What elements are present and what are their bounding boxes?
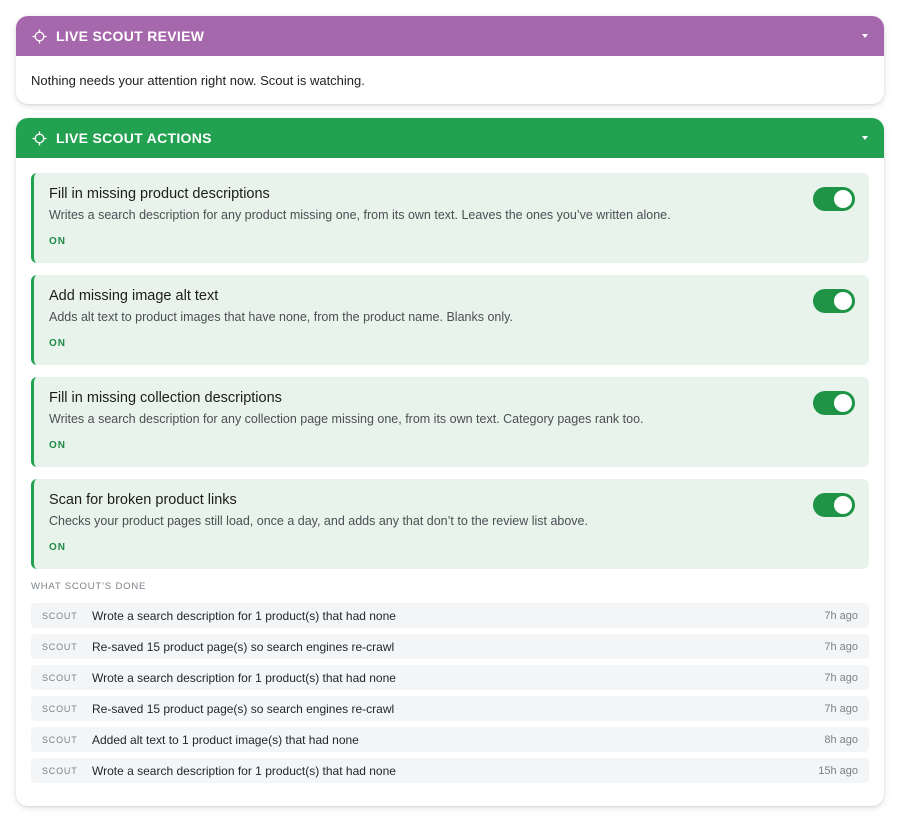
action-collection-descriptions: Fill in missing collection descriptions … bbox=[31, 377, 869, 467]
log-message: Re-saved 15 product page(s) so search en… bbox=[92, 639, 395, 654]
activity-log-row: SCOUT Wrote a search description for 1 p… bbox=[31, 758, 869, 783]
action-description: Adds alt text to product images that hav… bbox=[49, 310, 513, 324]
action-broken-links-scan: Scan for broken product links Checks you… bbox=[31, 479, 869, 569]
action-toggle-switch[interactable] bbox=[813, 289, 855, 313]
log-timestamp: 8h ago bbox=[824, 733, 858, 746]
activity-log-row: SCOUT Re-saved 15 product page(s) so sea… bbox=[31, 696, 869, 721]
action-description: Writes a search description for any coll… bbox=[49, 412, 644, 426]
toggle-knob bbox=[834, 190, 852, 208]
toggle-knob bbox=[834, 292, 852, 310]
action-status: ON bbox=[49, 542, 66, 553]
crosshair-icon bbox=[32, 28, 47, 44]
collapse-caret-icon[interactable] bbox=[862, 34, 868, 38]
log-actor: SCOUT bbox=[42, 765, 78, 776]
action-description: Writes a search description for any prod… bbox=[49, 208, 671, 222]
action-status: ON bbox=[49, 338, 66, 349]
log-timestamp: 7h ago bbox=[824, 671, 858, 684]
review-panel-title: LIVE SCOUT REVIEW bbox=[56, 28, 205, 44]
live-scout-review-panel: LIVE SCOUT REVIEW Nothing needs your att… bbox=[16, 16, 884, 104]
collapse-caret-icon[interactable] bbox=[862, 136, 868, 140]
action-toggle-switch[interactable] bbox=[813, 493, 855, 517]
log-message: Wrote a search description for 1 product… bbox=[92, 763, 396, 778]
activity-log-row: SCOUT Wrote a search description for 1 p… bbox=[31, 665, 869, 690]
actions-panel-header[interactable]: LIVE SCOUT ACTIONS bbox=[16, 118, 884, 158]
toggle-knob bbox=[834, 496, 852, 514]
log-timestamp: 7h ago bbox=[824, 609, 858, 622]
review-panel-header[interactable]: LIVE SCOUT REVIEW bbox=[16, 16, 884, 56]
log-message: Wrote a search description for 1 product… bbox=[92, 608, 396, 623]
log-actor: SCOUT bbox=[42, 672, 78, 683]
activity-log-row: SCOUT Added alt text to 1 product image(… bbox=[31, 727, 869, 752]
log-timestamp: 15h ago bbox=[818, 764, 858, 777]
review-status-message: Nothing needs your attention right now. … bbox=[31, 73, 365, 88]
action-title: Add missing image alt text bbox=[49, 288, 219, 304]
log-actor: SCOUT bbox=[42, 734, 78, 745]
action-title: Fill in missing collection descriptions bbox=[49, 390, 282, 406]
log-actor: SCOUT bbox=[42, 703, 78, 714]
action-toggle-switch[interactable] bbox=[813, 391, 855, 415]
activity-log-row: SCOUT Wrote a search description for 1 p… bbox=[31, 603, 869, 628]
live-scout-actions-panel: LIVE SCOUT ACTIONS Fill in missing produ… bbox=[16, 118, 884, 806]
crosshair-icon bbox=[32, 130, 47, 146]
log-actor: SCOUT bbox=[42, 610, 78, 621]
action-description: Checks your product pages still load, on… bbox=[49, 514, 588, 528]
action-status: ON bbox=[49, 236, 66, 247]
action-title: Fill in missing product descriptions bbox=[49, 186, 270, 202]
log-timestamp: 7h ago bbox=[824, 640, 858, 653]
activity-log-heading: WHAT SCOUT’S DONE bbox=[31, 581, 147, 592]
action-product-descriptions: Fill in missing product descriptions Wri… bbox=[31, 173, 869, 263]
log-message: Added alt text to 1 product image(s) tha… bbox=[92, 732, 359, 747]
activity-log-row: SCOUT Re-saved 15 product page(s) so sea… bbox=[31, 634, 869, 659]
toggle-knob bbox=[834, 394, 852, 412]
log-message: Re-saved 15 product page(s) so search en… bbox=[92, 701, 395, 716]
actions-panel-title: LIVE SCOUT ACTIONS bbox=[56, 130, 212, 146]
action-image-alt-text: Add missing image alt text Adds alt text… bbox=[31, 275, 869, 365]
action-title: Scan for broken product links bbox=[49, 492, 237, 508]
log-actor: SCOUT bbox=[42, 641, 78, 652]
action-status: ON bbox=[49, 440, 66, 451]
action-toggle-switch[interactable] bbox=[813, 187, 855, 211]
log-timestamp: 7h ago bbox=[824, 702, 858, 715]
log-message: Wrote a search description for 1 product… bbox=[92, 670, 396, 685]
